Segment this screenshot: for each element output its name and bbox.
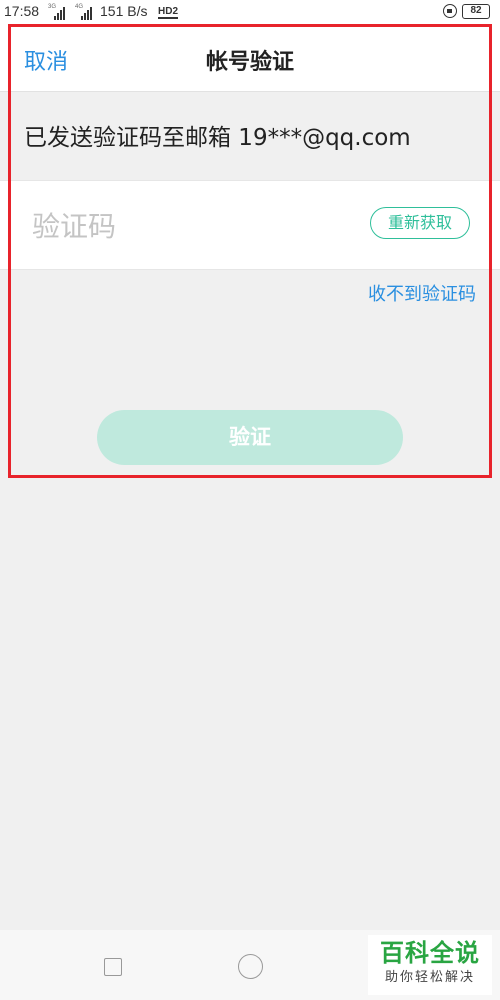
hd-voice-icon: HD2 (158, 6, 179, 19)
watermark-logo: 百科全说 助你轻松解决 (368, 935, 492, 995)
network-speed: 151 B/s (100, 3, 148, 19)
verification-code-input[interactable] (30, 203, 354, 249)
battery-icon: 82 (462, 4, 490, 19)
network-type-label: 4G (75, 4, 84, 10)
lock-icon (443, 4, 457, 18)
status-time: 17:58 (4, 3, 40, 19)
verify-button[interactable]: 验证 (97, 410, 403, 465)
sent-code-message: 已发送验证码至邮箱 19***@qq.com (24, 125, 411, 151)
signal-icon: 4G (75, 4, 93, 20)
resend-code-button[interactable]: 重新获取 (370, 207, 470, 239)
nav-home-icon[interactable] (238, 954, 263, 979)
nav-recent-icon[interactable] (104, 958, 122, 976)
network-type-label: 3G (48, 4, 57, 10)
watermark-title: 百科全说 (380, 939, 480, 967)
watermark-subtitle: 助你轻松解决 (384, 970, 475, 985)
header: 取消 帐号验证 (0, 26, 500, 92)
page-title: 帐号验证 (205, 50, 294, 75)
status-bar: 17:58 3G 4G 151 B/s HD2 82 (0, 0, 500, 26)
code-input-row: 重新获取 (0, 180, 500, 270)
code-not-received-link[interactable]: 收不到验证码 (368, 280, 476, 306)
signal-icon: 3G (48, 4, 66, 20)
